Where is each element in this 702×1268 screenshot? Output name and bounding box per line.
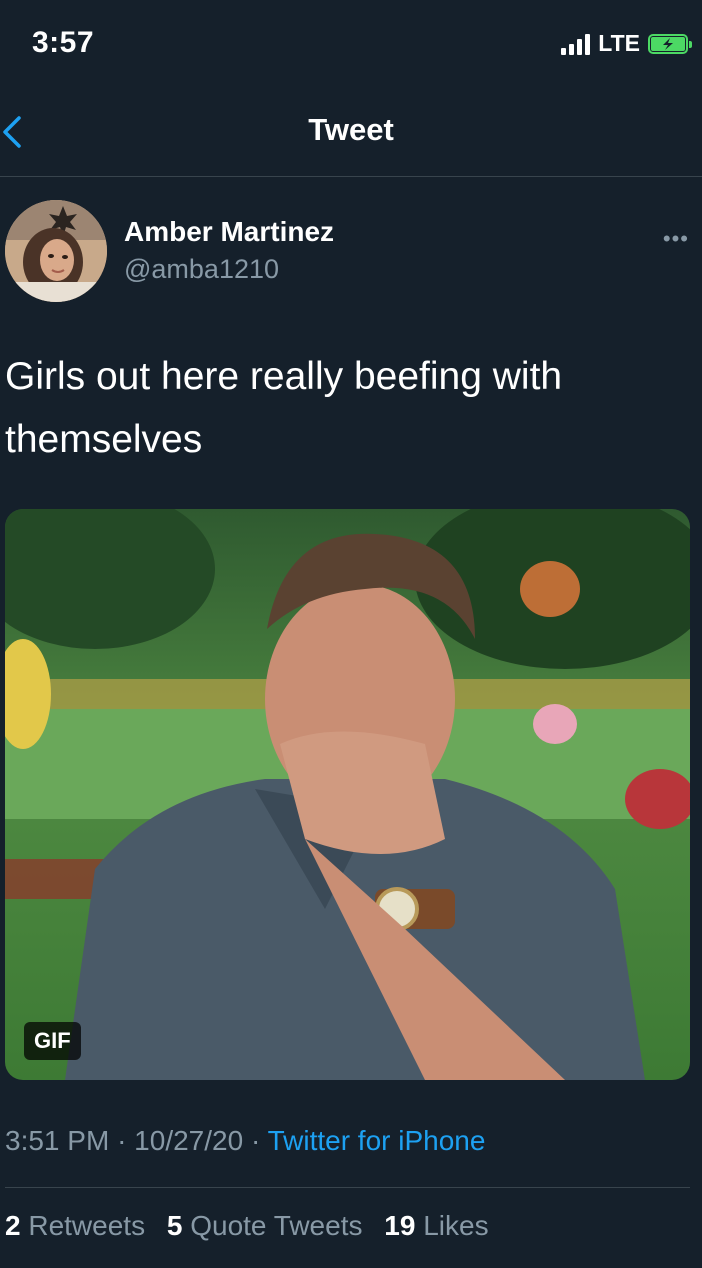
signal-bars-icon xyxy=(561,33,591,55)
tweet-stats: 2 Retweets 5 Quote Tweets 19 Likes xyxy=(5,1210,503,1242)
author-name[interactable]: Amber Martinez xyxy=(124,216,334,248)
quote-tweets-count: 5 xyxy=(166,1210,183,1241)
tweet-meta: 3:51 PM · 10/27/20 · Twitter for iPhone xyxy=(5,1125,485,1157)
network-label: LTE xyxy=(598,30,640,56)
tweet-author: Amber Martinez @amba1210 ••• xyxy=(5,200,695,304)
status-time: 3:57 xyxy=(32,26,95,59)
page-title: Tweet xyxy=(308,112,394,147)
retweets-stat[interactable]: 2 Retweets xyxy=(5,1210,145,1241)
retweets-label: Retweets xyxy=(28,1210,146,1241)
likes-label: Likes xyxy=(423,1210,489,1241)
divider xyxy=(5,1187,690,1188)
likes-stat[interactable]: 19 Likes xyxy=(384,1210,488,1241)
tweet-date: 10/27/20 xyxy=(134,1125,244,1156)
status-indicators: LTE xyxy=(561,30,692,57)
author-handle[interactable]: @amba1210 xyxy=(124,254,279,285)
gif-badge: GIF xyxy=(24,1022,81,1060)
quote-tweets-stat[interactable]: 5 Quote Tweets xyxy=(167,1210,363,1241)
retweets-count: 2 xyxy=(5,1210,21,1241)
battery-charging-icon xyxy=(648,33,692,54)
meta-separator: · xyxy=(250,1125,261,1156)
meta-separator: · xyxy=(117,1125,127,1156)
nav-header: Tweet xyxy=(0,90,702,177)
tweet-text: Girls out here really beefing with thems… xyxy=(5,355,563,461)
tweet-time: 3:51 PM xyxy=(5,1125,110,1156)
tweet-media-gif[interactable]: GIF xyxy=(5,509,690,1080)
tweet-source-link[interactable]: Twitter for iPhone xyxy=(268,1125,486,1156)
more-options-icon[interactable]: ••• xyxy=(663,226,689,252)
avatar[interactable] xyxy=(5,200,107,302)
likes-count: 19 xyxy=(384,1210,416,1241)
status-bar: 3:57 LTE xyxy=(0,0,702,90)
quote-tweets-label: Quote Tweets xyxy=(190,1210,363,1241)
